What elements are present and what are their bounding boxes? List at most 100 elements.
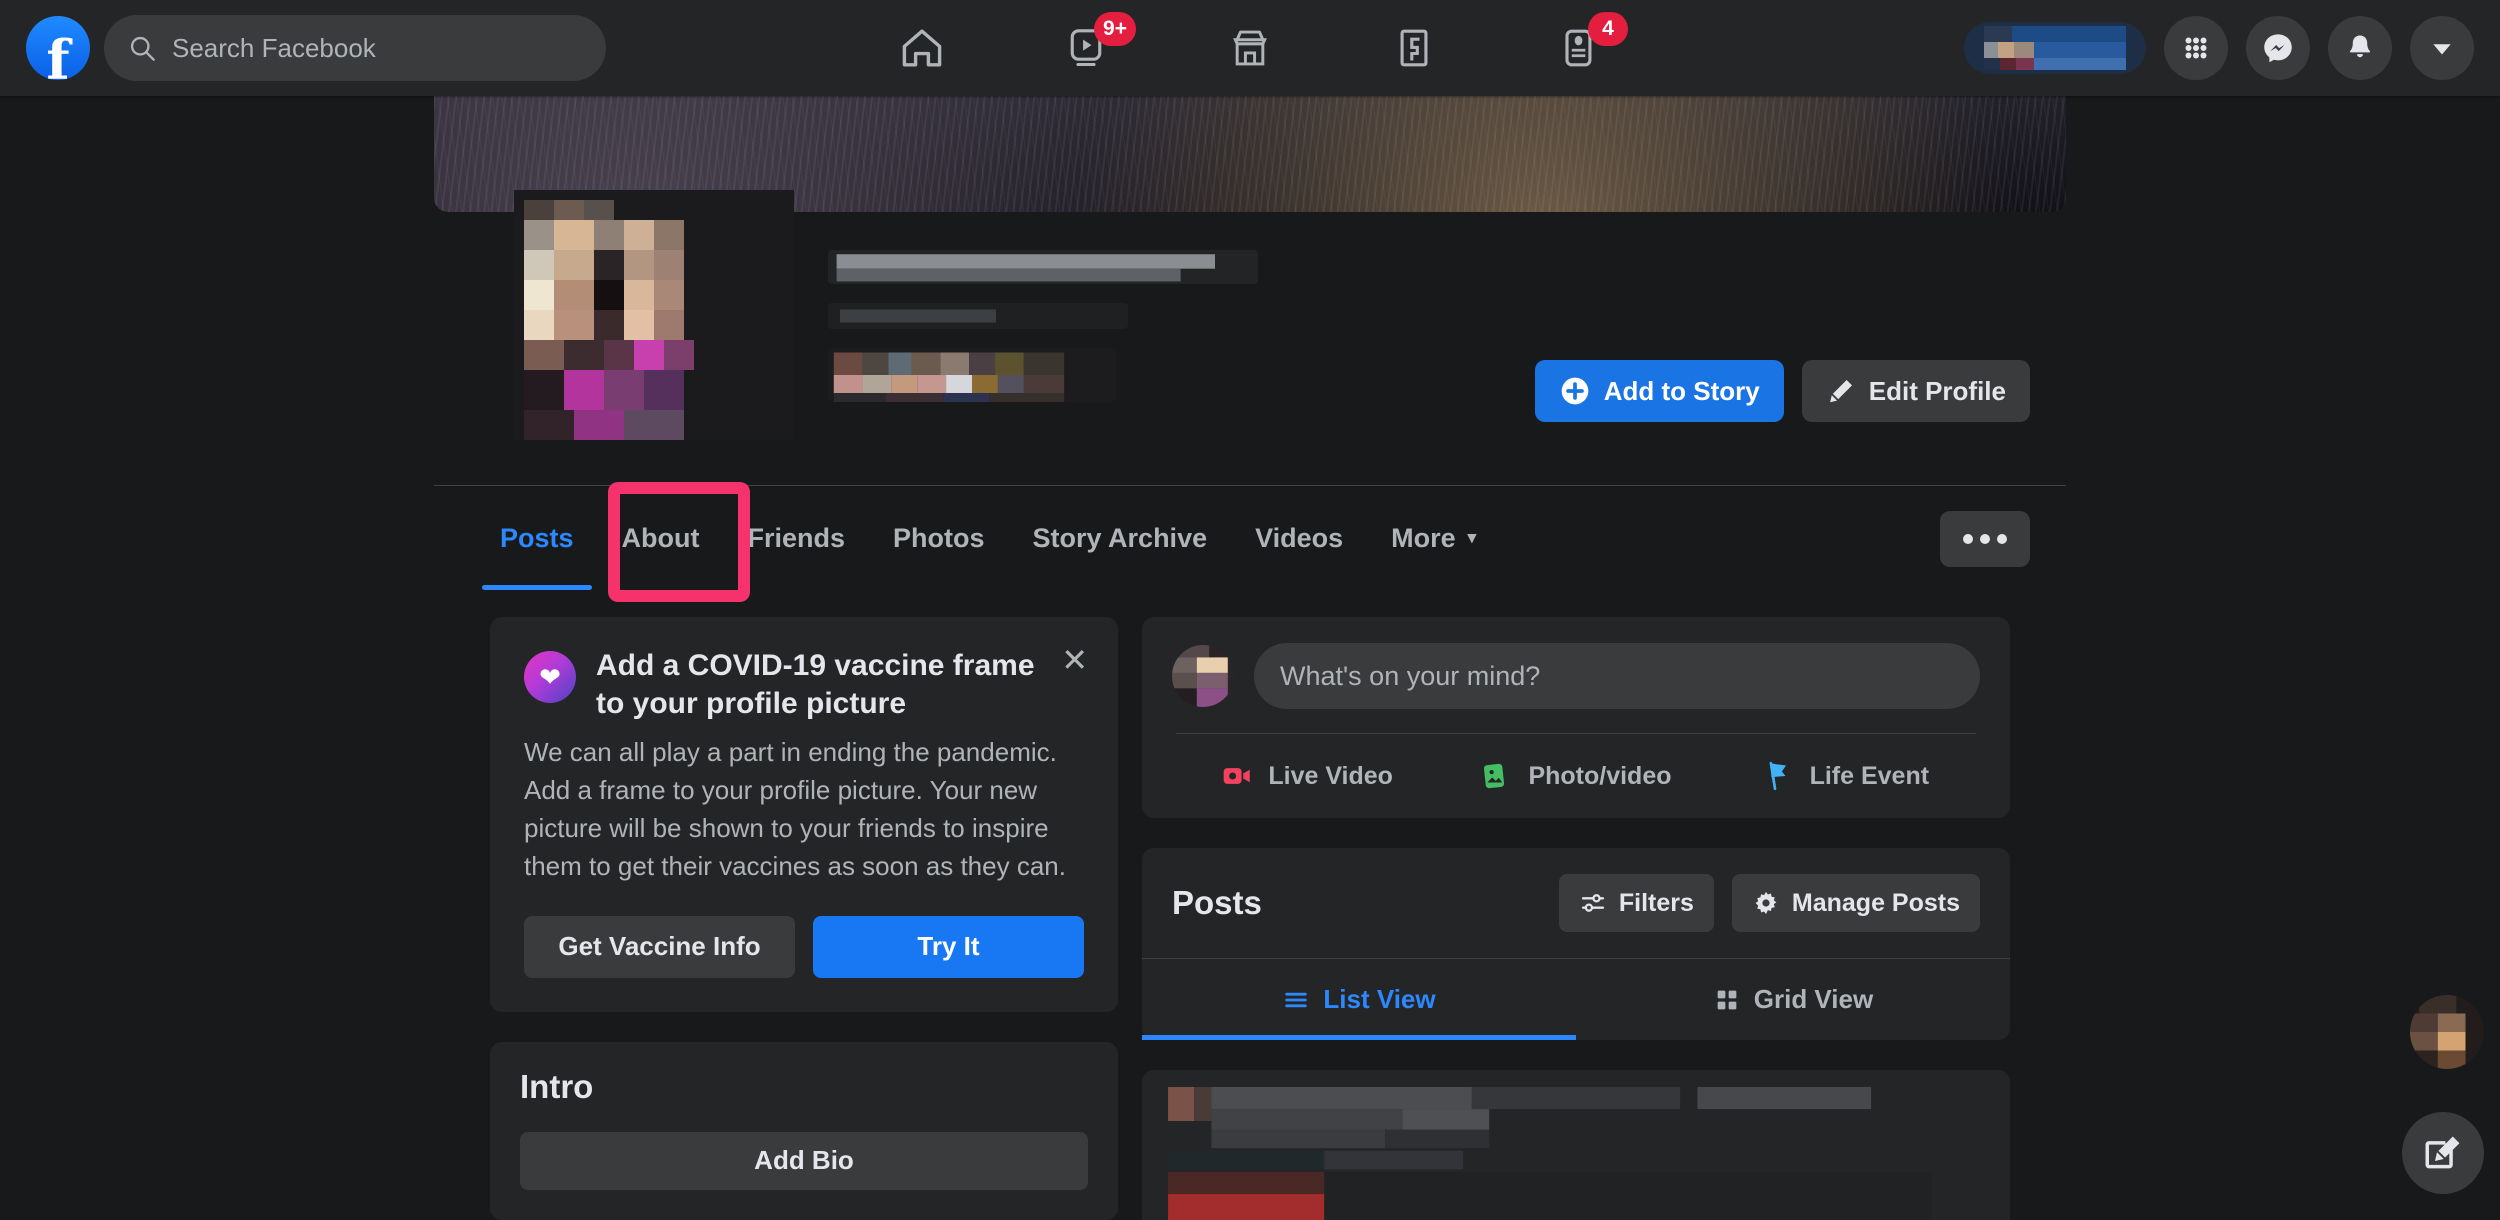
photo-video-icon	[1484, 763, 1505, 789]
tab-about-label: About	[621, 522, 700, 553]
vaccine-card-title: Add a COVID-19 vaccine frame to your pro…	[596, 649, 1035, 721]
chevron-down-icon: ▾	[1467, 528, 1477, 547]
tab-posts[interactable]: Posts	[476, 486, 598, 590]
compose-pencil-icon	[2425, 1136, 2460, 1169]
edit-profile-label: Edit Profile	[1868, 375, 2006, 406]
manage-posts-label: Manage Posts	[1791, 888, 1960, 917]
grid-view-label: Grid View	[1753, 984, 1874, 1014]
search-icon	[130, 36, 155, 61]
tab-videos-label: Videos	[1255, 522, 1344, 553]
search-input[interactable]: Search Facebook	[104, 15, 606, 81]
contact-avatar[interactable]	[2410, 995, 2484, 1069]
filters-icon	[1581, 894, 1604, 912]
list-icon	[1285, 992, 1308, 1007]
post-preview-redacted	[1142, 1070, 2010, 1220]
composer-actions: Live Video Photo/video Life Event	[1172, 734, 1980, 818]
tab-photos-label: Photos	[893, 522, 985, 553]
intro-card: Intro Add Bio	[490, 1041, 1118, 1220]
composer-avatar[interactable]	[1172, 645, 1234, 707]
nav-home[interactable]	[894, 20, 950, 76]
tab-more[interactable]: More ▾	[1367, 486, 1500, 590]
topbar-right	[1964, 0, 2474, 96]
photo-video-label: Photo/video	[1528, 761, 1672, 790]
tab-more-label: More	[1391, 522, 1456, 553]
search-placeholder: Search Facebook	[172, 32, 376, 63]
profile-name-bar	[828, 250, 1258, 284]
life-event-button[interactable]: Life Event	[1711, 734, 1980, 818]
posts-header: Posts Filters Manage Posts	[1142, 848, 2010, 958]
photo-video-button[interactable]: Photo/video	[1441, 734, 1710, 818]
grid-view-tab[interactable]: Grid View	[1576, 959, 2010, 1040]
tab-friends-label: Friends	[747, 522, 846, 553]
gear-icon	[1755, 891, 1777, 915]
topbar-left: Search Facebook	[0, 15, 606, 87]
profile-tabs-row: Posts About Friends Photos Story Archive…	[434, 485, 2066, 590]
profile-body: ✕ ❤ Add a COVID-19 vaccine frame to your…	[0, 589, 2500, 1220]
grid-icon	[1717, 990, 1737, 1009]
profile-action-buttons: Add to Story Edit Profile	[1534, 360, 2030, 422]
groups-icon	[1400, 29, 1428, 67]
filters-button[interactable]: Filters	[1558, 874, 1714, 932]
nav-video[interactable]: 9+	[1058, 12, 1136, 76]
posts-title: Posts	[1172, 884, 1262, 921]
apps-menu-button[interactable]	[2164, 16, 2228, 80]
profile-subtitle-bar	[828, 303, 1128, 329]
dot	[1963, 534, 1973, 544]
composer-row: What's on your mind?	[1172, 643, 1980, 709]
right-column: What's on your mind? Live Video Photo/vi…	[1142, 617, 2010, 1220]
new-message-button[interactable]	[2402, 1112, 2484, 1194]
live-video-button[interactable]: Live Video	[1172, 734, 1441, 818]
nav-groups[interactable]	[1386, 20, 1442, 76]
notifications-button[interactable]	[2328, 16, 2392, 80]
profile-tabs: Posts About Friends Photos Story Archive…	[434, 486, 2066, 590]
plus-circle-icon	[1561, 377, 1589, 405]
filters-label: Filters	[1618, 888, 1694, 917]
tab-friends[interactable]: Friends	[724, 486, 870, 590]
vaccine-card-body: We can all play a part in ending the pan…	[524, 736, 1066, 881]
get-vaccine-info-button[interactable]: Get Vaccine Info	[524, 915, 795, 978]
close-icon[interactable]: ✕	[1061, 641, 1088, 679]
composer-placeholder: What's on your mind?	[1280, 660, 1541, 691]
edit-profile-button[interactable]: Edit Profile	[1801, 360, 2030, 422]
try-it-button[interactable]: Try It	[813, 915, 1084, 978]
profile-name-redacted	[828, 250, 1268, 421]
posts-section-card: Posts Filters Manage Posts List View Gri…	[1142, 848, 2010, 1040]
profile-more-options-button[interactable]	[1940, 511, 2030, 567]
post-preview-card[interactable]	[1142, 1070, 2010, 1220]
home-icon	[902, 29, 942, 67]
messenger-icon	[2264, 34, 2292, 63]
dot	[1980, 534, 1990, 544]
nav-marketplace[interactable]	[1222, 20, 1278, 76]
tab-story-archive-label: Story Archive	[1032, 522, 1208, 553]
dot	[1997, 534, 2007, 544]
composer-input[interactable]: What's on your mind?	[1254, 643, 1980, 709]
life-event-icon	[1769, 761, 1786, 791]
add-to-story-label: Add to Story	[1603, 375, 1760, 406]
chevron-down-icon	[2433, 44, 2451, 55]
profile-chip[interactable]	[1964, 22, 2146, 74]
live-video-icon	[1224, 768, 1251, 784]
left-column: ✕ ❤ Add a COVID-19 vaccine frame to your…	[490, 617, 1118, 1220]
messenger-button[interactable]	[2246, 16, 2310, 80]
list-view-tab[interactable]: List View	[1142, 959, 1576, 1040]
video-badge: 9+	[1094, 12, 1136, 46]
list-view-label: List View	[1323, 984, 1436, 1014]
profile-friends-bar	[828, 348, 1116, 402]
add-to-story-button[interactable]: Add to Story	[1534, 360, 1784, 422]
marketplace-icon	[1233, 30, 1267, 66]
covid-vaccine-frame-card: ✕ ❤ Add a COVID-19 vaccine frame to your…	[490, 617, 1118, 1012]
vaccine-card-buttons: Get Vaccine Info Try It	[524, 915, 1084, 978]
nav-gaming[interactable]: 4	[1550, 12, 1628, 76]
gaming-badge: 4	[1588, 12, 1628, 46]
tab-posts-label: Posts	[500, 522, 574, 553]
tab-videos[interactable]: Videos	[1231, 486, 1367, 590]
tab-story-archive[interactable]: Story Archive	[1009, 486, 1232, 590]
profile-picture[interactable]	[514, 190, 794, 440]
add-bio-button[interactable]: Add Bio	[520, 1131, 1088, 1190]
manage-posts-button[interactable]: Manage Posts	[1731, 874, 1980, 932]
facebook-logo[interactable]	[26, 16, 90, 87]
tab-about[interactable]: About	[598, 486, 724, 590]
posts-view-tabs: List View Grid View	[1142, 958, 2010, 1040]
tab-photos[interactable]: Photos	[869, 486, 1009, 590]
account-menu-button[interactable]	[2410, 16, 2474, 80]
